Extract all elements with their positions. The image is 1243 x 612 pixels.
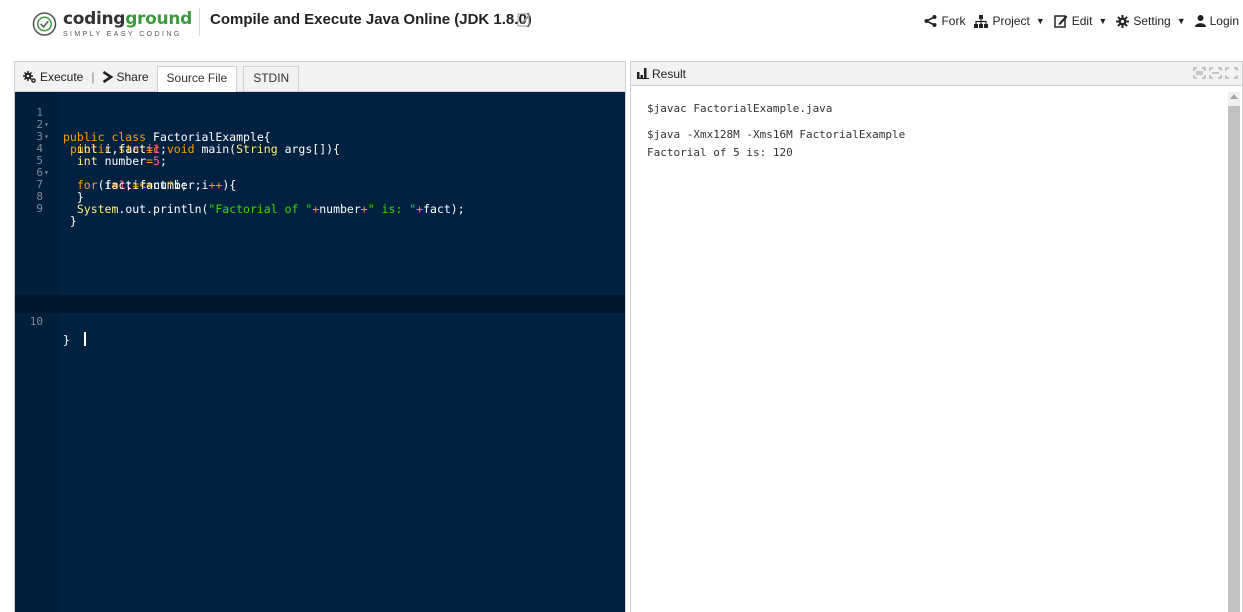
code-line: 6 fact=fact*i; [15,155,625,192]
output-line: Factorial of 5 is: 120 [647,146,793,159]
sitemap-icon [974,14,989,28]
code-line: 3 int i,fact=1; [15,119,625,156]
project-label: Project [992,14,1030,28]
page-title: Compile and Execute Java Online (JDK 1.8… [210,11,532,28]
codingground-logo[interactable]: codingground SIMPLY EASY CODING [32,8,192,40]
result-title: Result [652,66,687,81]
login-button[interactable]: Login [1194,14,1239,28]
code-text: } [63,332,86,347]
code-line: 8 System.out.println("Factorial of "+num… [15,179,625,216]
editor-panel: Execute | Share Source File STDIN 1 ▾ pu… [14,61,626,612]
scroll-up-arrow-icon[interactable] [1230,94,1238,99]
line-number: 10 [29,315,43,328]
edit-label: Edit [1071,14,1093,28]
edit-icon [1053,15,1068,28]
execute-button[interactable]: Execute [21,63,85,91]
tab-stdin[interactable]: STDIN [243,66,300,91]
toolbar-separator: | [91,70,95,84]
logo-name-coding: coding [62,8,126,29]
tab-source-file[interactable]: Source File [156,66,238,92]
code-line: 1 ▾ public class FactorialExample{ [15,95,625,144]
result-header: Result [631,62,1242,86]
result-output: $javac FactorialExample.java $java -Xmx1… [647,102,905,172]
execute-label: Execute [40,70,84,84]
share-label: Share [116,70,149,84]
fork-label: Fork [941,14,966,28]
top-header: codingground SIMPLY EASY CODING Compile … [0,0,1243,44]
output-line: $java -Xmx128M -Xms16M FactorialExample [647,128,906,141]
text-cursor [83,332,86,346]
code-line-current: 10 } [15,295,625,347]
chevron-down-icon: ▼ [1176,16,1186,26]
line-number: 9 [36,202,43,215]
restore-icon[interactable] [1209,67,1222,79]
output-line: $javac FactorialExample.java [647,102,833,115]
code-line: 5 ▾ for(i=1;i<=number;i++){ [15,143,625,192]
code-line: 9 } [15,191,625,228]
top-nav: Fork Project ▼ Edit ▼ Setting ▼ Login [924,14,1239,28]
editor-toolbar: Execute | Share Source File STDIN [15,62,625,92]
edit-menu[interactable]: Edit ▼ [1053,14,1108,28]
logo-name-ground: ground [125,8,192,29]
fork-button[interactable]: Fork [924,14,965,28]
header-divider [199,8,200,36]
panel-window-controls [1193,67,1238,79]
gears-icon [23,70,36,83]
chevron-down-icon: ▼ [1098,16,1108,26]
code-text: System.out.println("Factorial of "+numbe… [76,202,465,216]
chevron-down-icon: ▼ [1035,16,1045,26]
login-label: Login [1209,14,1239,28]
bar-chart-icon [637,68,649,79]
code-line: 7 } [15,167,625,204]
setting-menu[interactable]: Setting ▼ [1116,14,1186,28]
edit-title-icon[interactable] [517,12,531,27]
logo-tagline: SIMPLY EASY CODING [62,30,182,38]
fork-icon [924,15,937,27]
scroll-thumb[interactable] [1228,106,1240,612]
logo-emblem-icon [32,12,57,36]
code-line: 2 ▾ public static void main(String args[… [15,107,625,156]
code-text: } [63,214,77,228]
gear-icon [1116,14,1130,28]
maximize-icon[interactable] [1225,67,1238,79]
share-button[interactable]: Share [100,63,150,91]
result-panel: Result $javac FactorialExample.java $jav… [630,61,1243,612]
setting-label: Setting [1133,14,1171,28]
code-line: 4 int number=5; [15,131,625,168]
chevron-right-icon [103,71,114,83]
minimize-icon[interactable] [1193,67,1206,79]
user-icon [1194,15,1206,27]
project-menu[interactable]: Project ▼ [974,14,1045,28]
code-editor[interactable]: 1 ▾ public class FactorialExample{ 2 ▾ p… [15,92,625,612]
result-scrollbar[interactable] [1228,92,1240,612]
